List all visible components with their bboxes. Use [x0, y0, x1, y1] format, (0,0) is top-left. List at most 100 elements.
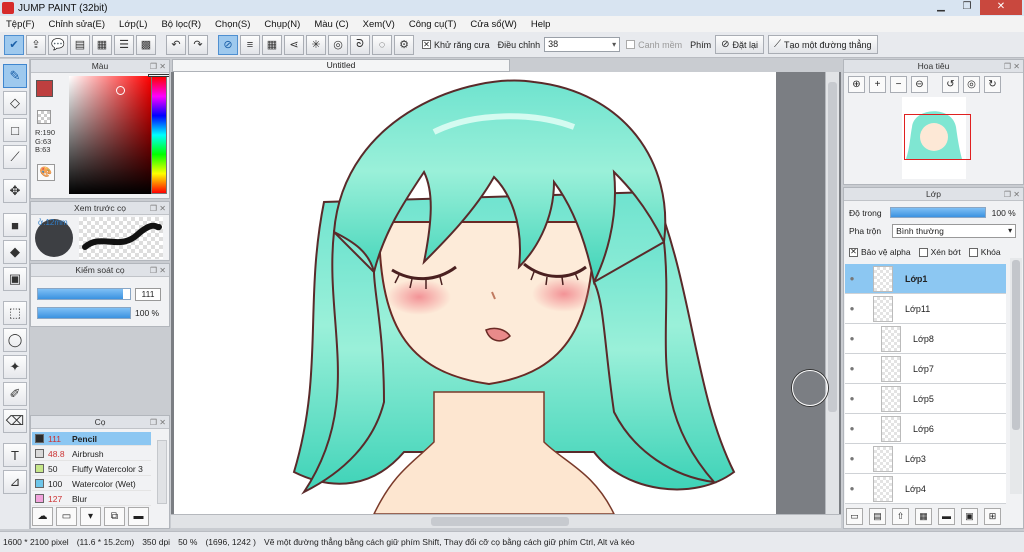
- vanishing-point-icon[interactable]: ⋖: [284, 34, 304, 55]
- straight-line-button[interactable]: ⟋ Tạo một đường thẳng: [768, 35, 878, 54]
- brush-item-airbrush[interactable]: 48.8 Airbrush: [32, 447, 151, 461]
- panel-window-icon[interactable]: ❐ ✕: [150, 265, 166, 277]
- brush-list-scrollbar[interactable]: [157, 440, 167, 504]
- clip-checkbox[interactable]: [918, 247, 928, 257]
- brush-item-fluffy-watercolor[interactable]: 50 Fluffy Watercolor 3: [32, 462, 151, 476]
- antialias-checkbox[interactable]: ✕ Khử răng cưa: [422, 40, 490, 50]
- gear-snap-icon[interactable]: ⚙: [394, 34, 414, 55]
- brush-cloud-icon[interactable]: ☁: [32, 507, 53, 526]
- brush-item-pencil[interactable]: 111 Pencil: [32, 432, 151, 446]
- visibility-icon[interactable]: ●: [845, 394, 859, 403]
- menu-capture[interactable]: Chụp(N): [264, 19, 300, 30]
- layer-item-5[interactable]: ● Lớp5: [845, 384, 1006, 414]
- canvas-vertical-scrollbar[interactable]: [825, 72, 839, 514]
- navigator-viewport-rect[interactable]: [904, 114, 971, 160]
- layer-effect-icon[interactable]: ▦: [915, 508, 932, 525]
- zoom-out-icon[interactable]: −: [890, 76, 907, 93]
- brush-size-value[interactable]: 111: [135, 288, 161, 301]
- menu-edit[interactable]: Chỉnh sửa(E): [49, 19, 106, 30]
- visibility-icon[interactable]: ●: [845, 364, 859, 373]
- copy-brush-icon[interactable]: ⧉: [104, 507, 125, 526]
- layer-item-11[interactable]: ● Lớp11: [845, 294, 1006, 324]
- curve-icon[interactable]: ᘐ: [350, 34, 370, 55]
- layer-item-1[interactable]: ● Lớp1: [845, 264, 1006, 294]
- color-picker-cursor[interactable]: [116, 86, 125, 95]
- palette-icon[interactable]: 🎨: [37, 164, 55, 181]
- panel-window-icon[interactable]: ❐ ✕: [150, 203, 166, 215]
- circle-snap-icon[interactable]: ◌: [372, 34, 392, 55]
- move-tool-icon[interactable]: ✥: [3, 179, 27, 203]
- panel-window-icon[interactable]: ❐ ✕: [1004, 189, 1020, 201]
- menu-color[interactable]: Màu (C): [314, 19, 348, 30]
- folder-icon[interactable]: ▬: [128, 507, 149, 526]
- select-eraser-tool-icon[interactable]: ⌫: [3, 409, 27, 433]
- rotate-left-icon[interactable]: ↺: [942, 76, 959, 93]
- concentric-circle-icon[interactable]: ◎: [328, 34, 348, 55]
- cloud-icon[interactable]: ✔: [4, 34, 24, 55]
- line-tool-icon[interactable]: ⟋: [3, 145, 27, 169]
- visibility-icon[interactable]: ●: [845, 424, 859, 433]
- comment-icon[interactable]: 💬: [48, 34, 68, 55]
- scroll-thumb[interactable]: [1012, 260, 1020, 430]
- hue-slider[interactable]: [151, 76, 167, 194]
- fill-rect-tool-icon[interactable]: ■: [3, 213, 27, 237]
- menu-file[interactable]: Tệp(F): [6, 19, 35, 30]
- share-icon[interactable]: ⇪: [26, 34, 46, 55]
- main-color-swatch[interactable]: [36, 80, 53, 97]
- visibility-icon[interactable]: ●: [845, 484, 859, 493]
- layer-folder-icon[interactable]: ▬: [938, 508, 955, 525]
- visibility-icon[interactable]: ●: [845, 274, 859, 283]
- page-icon[interactable]: ▦: [92, 34, 112, 55]
- move-layer-up-icon[interactable]: ⇧: [892, 508, 909, 525]
- scroll-thumb[interactable]: [828, 82, 837, 412]
- scroll-thumb[interactable]: [431, 517, 569, 526]
- minimize-button[interactable]: ▁: [928, 0, 954, 15]
- message-icon[interactable]: ▤: [70, 34, 90, 55]
- parallel-line-icon[interactable]: ≡: [240, 34, 260, 55]
- brush-menu-icon[interactable]: ▾: [80, 507, 101, 526]
- bucket-tool-icon[interactable]: ◆: [3, 240, 27, 264]
- rect-select-tool-icon[interactable]: ⬚: [3, 301, 27, 325]
- lock-checkbox[interactable]: [968, 247, 978, 257]
- maximize-button[interactable]: ❐: [954, 0, 980, 15]
- undo-icon[interactable]: ↶: [166, 34, 186, 55]
- menu-view[interactable]: Xem(V): [363, 19, 395, 30]
- canvas-horizontal-scrollbar[interactable]: [171, 514, 841, 528]
- eraser-tool-icon[interactable]: ◇: [3, 91, 27, 115]
- saturation-value-picker[interactable]: [69, 76, 151, 194]
- gradient-tool-icon[interactable]: ▣: [3, 267, 27, 291]
- menu-tools[interactable]: Công cụ(T): [409, 19, 457, 30]
- shape-tool-icon[interactable]: □: [3, 118, 27, 142]
- rotate-reset-icon[interactable]: ◎: [963, 76, 980, 93]
- layer-list-scrollbar[interactable]: [1010, 258, 1022, 494]
- new-layer-icon[interactable]: ▭: [846, 508, 863, 525]
- artwork-canvas[interactable]: [174, 72, 776, 514]
- zoom-actual-icon[interactable]: ⊖: [911, 76, 928, 93]
- brush-item-blur[interactable]: 127 Blur: [32, 492, 151, 506]
- eyedropper-tool-icon[interactable]: ⊿: [3, 470, 27, 494]
- menu-filter[interactable]: Bộ lọc(R): [161, 19, 201, 30]
- no-snap-icon[interactable]: ⊘: [218, 34, 238, 55]
- menu-layer[interactable]: Lớp(L): [119, 19, 147, 30]
- redo-icon[interactable]: ↷: [188, 34, 208, 55]
- visibility-icon[interactable]: ●: [845, 454, 859, 463]
- zoom-fit-icon[interactable]: ⊕: [848, 76, 865, 93]
- panel-window-icon[interactable]: ❐ ✕: [150, 417, 166, 429]
- grid-settings-icon[interactable]: ▩: [136, 34, 156, 55]
- transparent-color-swatch[interactable]: [37, 110, 51, 124]
- select-pen-tool-icon[interactable]: ✐: [3, 382, 27, 406]
- layer-item-8[interactable]: ● Lớp8: [845, 324, 1006, 354]
- menu-window[interactable]: Cửa sổ(W): [470, 19, 516, 30]
- layer-opacity-slider[interactable]: [889, 207, 986, 218]
- new-layer-from-menu-icon[interactable]: ▤: [869, 508, 886, 525]
- brush-item-watercolor-wet[interactable]: 100 Watercolor (Wet): [32, 477, 151, 491]
- hue-slider-handle[interactable]: [148, 74, 169, 77]
- visibility-icon[interactable]: ●: [845, 304, 859, 313]
- visibility-icon[interactable]: ●: [845, 334, 859, 343]
- protect-alpha-checkbox[interactable]: ✕: [849, 247, 858, 257]
- layer-item-3[interactable]: ● Lớp3: [845, 444, 1006, 474]
- menu-help[interactable]: Help: [531, 19, 551, 30]
- layer-item-6[interactable]: ● Lớp6: [845, 414, 1006, 444]
- adjust-value-dropdown[interactable]: 38: [544, 37, 621, 52]
- canvas-area[interactable]: [171, 72, 841, 514]
